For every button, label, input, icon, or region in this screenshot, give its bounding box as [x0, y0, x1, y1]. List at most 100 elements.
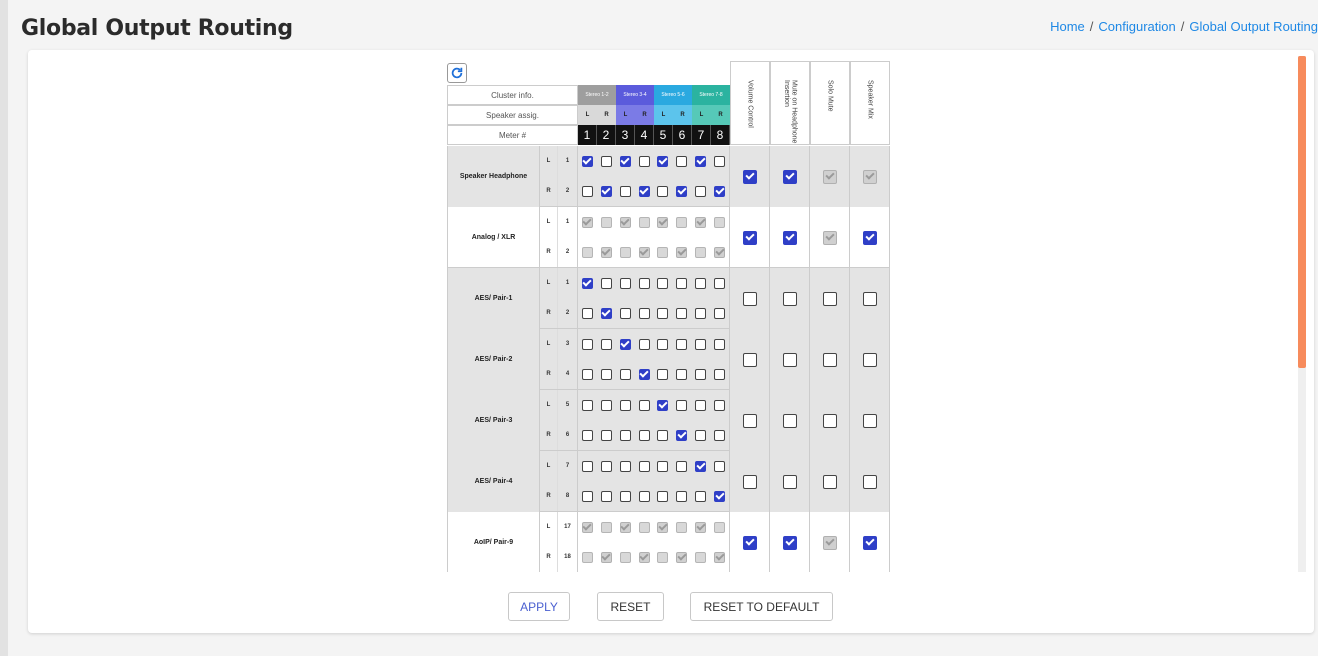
- routing-checkbox[interactable]: [619, 155, 631, 167]
- routing-checkbox[interactable]: [714, 338, 726, 350]
- routing-checkbox[interactable]: [581, 277, 593, 289]
- routing-checkbox[interactable]: [657, 399, 669, 411]
- routing-checkbox[interactable]: [714, 429, 726, 441]
- routing-checkbox[interactable]: [714, 155, 726, 167]
- option-checkbox[interactable]: [862, 230, 877, 245]
- routing-checkbox[interactable]: [695, 338, 707, 350]
- routing-checkbox[interactable]: [695, 307, 707, 319]
- option-checkbox[interactable]: [822, 413, 837, 428]
- option-checkbox[interactable]: [862, 413, 877, 428]
- routing-checkbox[interactable]: [676, 429, 688, 441]
- routing-checkbox[interactable]: [638, 460, 650, 472]
- routing-checkbox[interactable]: [619, 277, 631, 289]
- option-checkbox[interactable]: [862, 352, 877, 367]
- option-checkbox[interactable]: [742, 352, 757, 367]
- routing-checkbox[interactable]: [581, 368, 593, 380]
- routing-checkbox[interactable]: [581, 460, 593, 472]
- routing-checkbox[interactable]: [619, 307, 631, 319]
- routing-checkbox[interactable]: [619, 185, 631, 197]
- option-checkbox[interactable]: [742, 413, 757, 428]
- routing-checkbox[interactable]: [676, 185, 688, 197]
- routing-checkbox[interactable]: [657, 490, 669, 502]
- routing-checkbox[interactable]: [638, 307, 650, 319]
- option-checkbox[interactable]: [742, 535, 757, 550]
- routing-checkbox[interactable]: [657, 460, 669, 472]
- routing-checkbox[interactable]: [619, 429, 631, 441]
- routing-checkbox[interactable]: [676, 460, 688, 472]
- routing-checkbox[interactable]: [600, 460, 612, 472]
- routing-checkbox[interactable]: [600, 490, 612, 502]
- option-checkbox[interactable]: [782, 230, 797, 245]
- routing-checkbox[interactable]: [619, 368, 631, 380]
- routing-checkbox[interactable]: [676, 277, 688, 289]
- routing-checkbox[interactable]: [600, 429, 612, 441]
- routing-checkbox[interactable]: [695, 368, 707, 380]
- refresh-button[interactable]: [447, 63, 467, 83]
- routing-checkbox[interactable]: [638, 399, 650, 411]
- routing-checkbox[interactable]: [619, 490, 631, 502]
- option-checkbox[interactable]: [742, 291, 757, 306]
- routing-checkbox[interactable]: [657, 429, 669, 441]
- routing-checkbox[interactable]: [600, 277, 612, 289]
- breadcrumb-current[interactable]: Global Output Routing: [1189, 19, 1318, 34]
- apply-button[interactable]: APPLY: [508, 592, 570, 621]
- option-checkbox[interactable]: [862, 535, 877, 550]
- option-checkbox[interactable]: [782, 413, 797, 428]
- option-checkbox[interactable]: [822, 352, 837, 367]
- option-checkbox[interactable]: [742, 230, 757, 245]
- routing-checkbox[interactable]: [581, 185, 593, 197]
- routing-checkbox[interactable]: [714, 368, 726, 380]
- routing-checkbox[interactable]: [657, 338, 669, 350]
- option-checkbox[interactable]: [742, 169, 757, 184]
- option-checkbox[interactable]: [822, 474, 837, 489]
- routing-checkbox[interactable]: [657, 307, 669, 319]
- option-checkbox[interactable]: [782, 474, 797, 489]
- routing-checkbox[interactable]: [638, 155, 650, 167]
- reset-button[interactable]: RESET: [597, 592, 664, 621]
- reset-to-default-button[interactable]: RESET TO DEFAULT: [690, 592, 833, 621]
- routing-checkbox[interactable]: [714, 185, 726, 197]
- routing-checkbox[interactable]: [619, 399, 631, 411]
- routing-checkbox[interactable]: [600, 399, 612, 411]
- routing-checkbox[interactable]: [638, 338, 650, 350]
- routing-checkbox[interactable]: [600, 368, 612, 380]
- routing-checkbox[interactable]: [600, 338, 612, 350]
- routing-checkbox[interactable]: [657, 368, 669, 380]
- routing-checkbox[interactable]: [695, 399, 707, 411]
- option-checkbox[interactable]: [782, 291, 797, 306]
- routing-checkbox[interactable]: [695, 185, 707, 197]
- routing-checkbox[interactable]: [638, 429, 650, 441]
- routing-checkbox[interactable]: [676, 490, 688, 502]
- routing-checkbox[interactable]: [581, 155, 593, 167]
- option-checkbox[interactable]: [742, 474, 757, 489]
- routing-checkbox[interactable]: [676, 307, 688, 319]
- routing-checkbox[interactable]: [657, 185, 669, 197]
- routing-checkbox[interactable]: [638, 490, 650, 502]
- routing-checkbox[interactable]: [581, 429, 593, 441]
- routing-checkbox[interactable]: [638, 277, 650, 289]
- routing-checkbox[interactable]: [695, 460, 707, 472]
- breadcrumb-home[interactable]: Home: [1050, 19, 1085, 34]
- routing-checkbox[interactable]: [581, 490, 593, 502]
- option-checkbox[interactable]: [782, 352, 797, 367]
- routing-checkbox[interactable]: [676, 155, 688, 167]
- routing-checkbox[interactable]: [600, 155, 612, 167]
- option-checkbox[interactable]: [822, 291, 837, 306]
- routing-checkbox[interactable]: [600, 307, 612, 319]
- routing-checkbox[interactable]: [619, 338, 631, 350]
- routing-checkbox[interactable]: [600, 185, 612, 197]
- option-checkbox[interactable]: [782, 169, 797, 184]
- routing-checkbox[interactable]: [714, 277, 726, 289]
- scrollbar[interactable]: [1298, 56, 1306, 572]
- routing-checkbox[interactable]: [714, 307, 726, 319]
- routing-checkbox[interactable]: [714, 399, 726, 411]
- routing-checkbox[interactable]: [676, 399, 688, 411]
- routing-checkbox[interactable]: [695, 277, 707, 289]
- routing-checkbox[interactable]: [638, 368, 650, 380]
- routing-checkbox[interactable]: [676, 368, 688, 380]
- routing-checkbox[interactable]: [657, 277, 669, 289]
- routing-checkbox[interactable]: [581, 338, 593, 350]
- option-checkbox[interactable]: [782, 535, 797, 550]
- option-checkbox[interactable]: [862, 474, 877, 489]
- breadcrumb-configuration[interactable]: Configuration: [1098, 19, 1175, 34]
